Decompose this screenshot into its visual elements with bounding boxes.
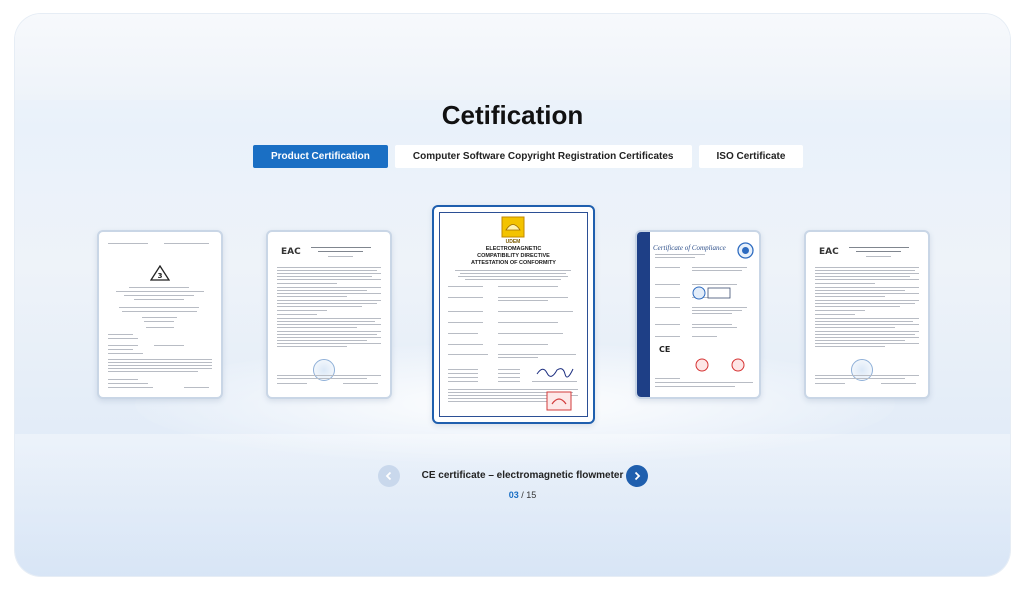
page-title: Cetification [441,100,584,130]
udem-stamp-icon [546,391,572,411]
certificate-document: Certificate of Compliance CE [637,232,759,397]
svg-text:3: 3 [158,272,163,280]
eac-mark: EAC [819,247,839,257]
tab-iso-certificate[interactable]: ISO Certificate [698,145,804,168]
brand-label: UDEM [505,239,521,245]
compliance-heading: Certificate of Compliance [653,244,726,252]
chevron-right-icon [634,471,641,481]
ce-mark: CE [659,345,671,354]
certificate-document: UDEM ELECTROMAGNETIC COMPATIBILITY DIREC… [439,212,588,417]
certificate-card-active[interactable]: UDEM ELECTROMAGNETIC COMPATIBILITY DIREC… [432,205,595,424]
top-band [15,14,1010,100]
badge-icon [692,286,731,300]
pager-total: 15 [526,490,537,500]
tab-product-certification[interactable]: Product Certification [253,145,388,168]
tab-software-copyright[interactable]: Computer Software Copyright Registration… [394,145,692,168]
stage-floor [15,434,1010,576]
red-stamp-icon [695,358,709,372]
certificate-card[interactable]: Certificate of Compliance CE [635,230,761,399]
pager-current: 03 [508,490,519,500]
certification-tabs: Product Certification Computer Software … [253,145,804,168]
certificate-card[interactable]: EAC [266,230,392,399]
certificate-caption: CE certificate – electromagnetic flowmet… [421,470,624,481]
seal-icon [737,242,754,259]
certificate-document: EAC [811,237,923,392]
pager: 03 / 15 [380,490,665,500]
certificate-card[interactable]: EAC [804,230,930,399]
red-stamp-icon [731,358,745,372]
warning-triangle-icon: 3 [150,265,170,281]
udem-logo-icon [501,216,525,238]
certificate-side-band [637,232,650,397]
cert-heading-1: ELECTROMAGNETIC [485,246,542,252]
cert-heading-2: COMPATIBILITY DIRECTIVE [477,253,550,259]
signature-icon [536,368,574,378]
certificate-document: 3 [104,237,216,392]
certificate-document: EAC [273,237,385,392]
certificate-card[interactable]: 3 [97,230,223,399]
cert-heading-3: ATTESTATION OF CONFORMITY [471,260,556,266]
eac-mark: EAC [281,247,301,257]
next-button[interactable] [626,465,648,487]
